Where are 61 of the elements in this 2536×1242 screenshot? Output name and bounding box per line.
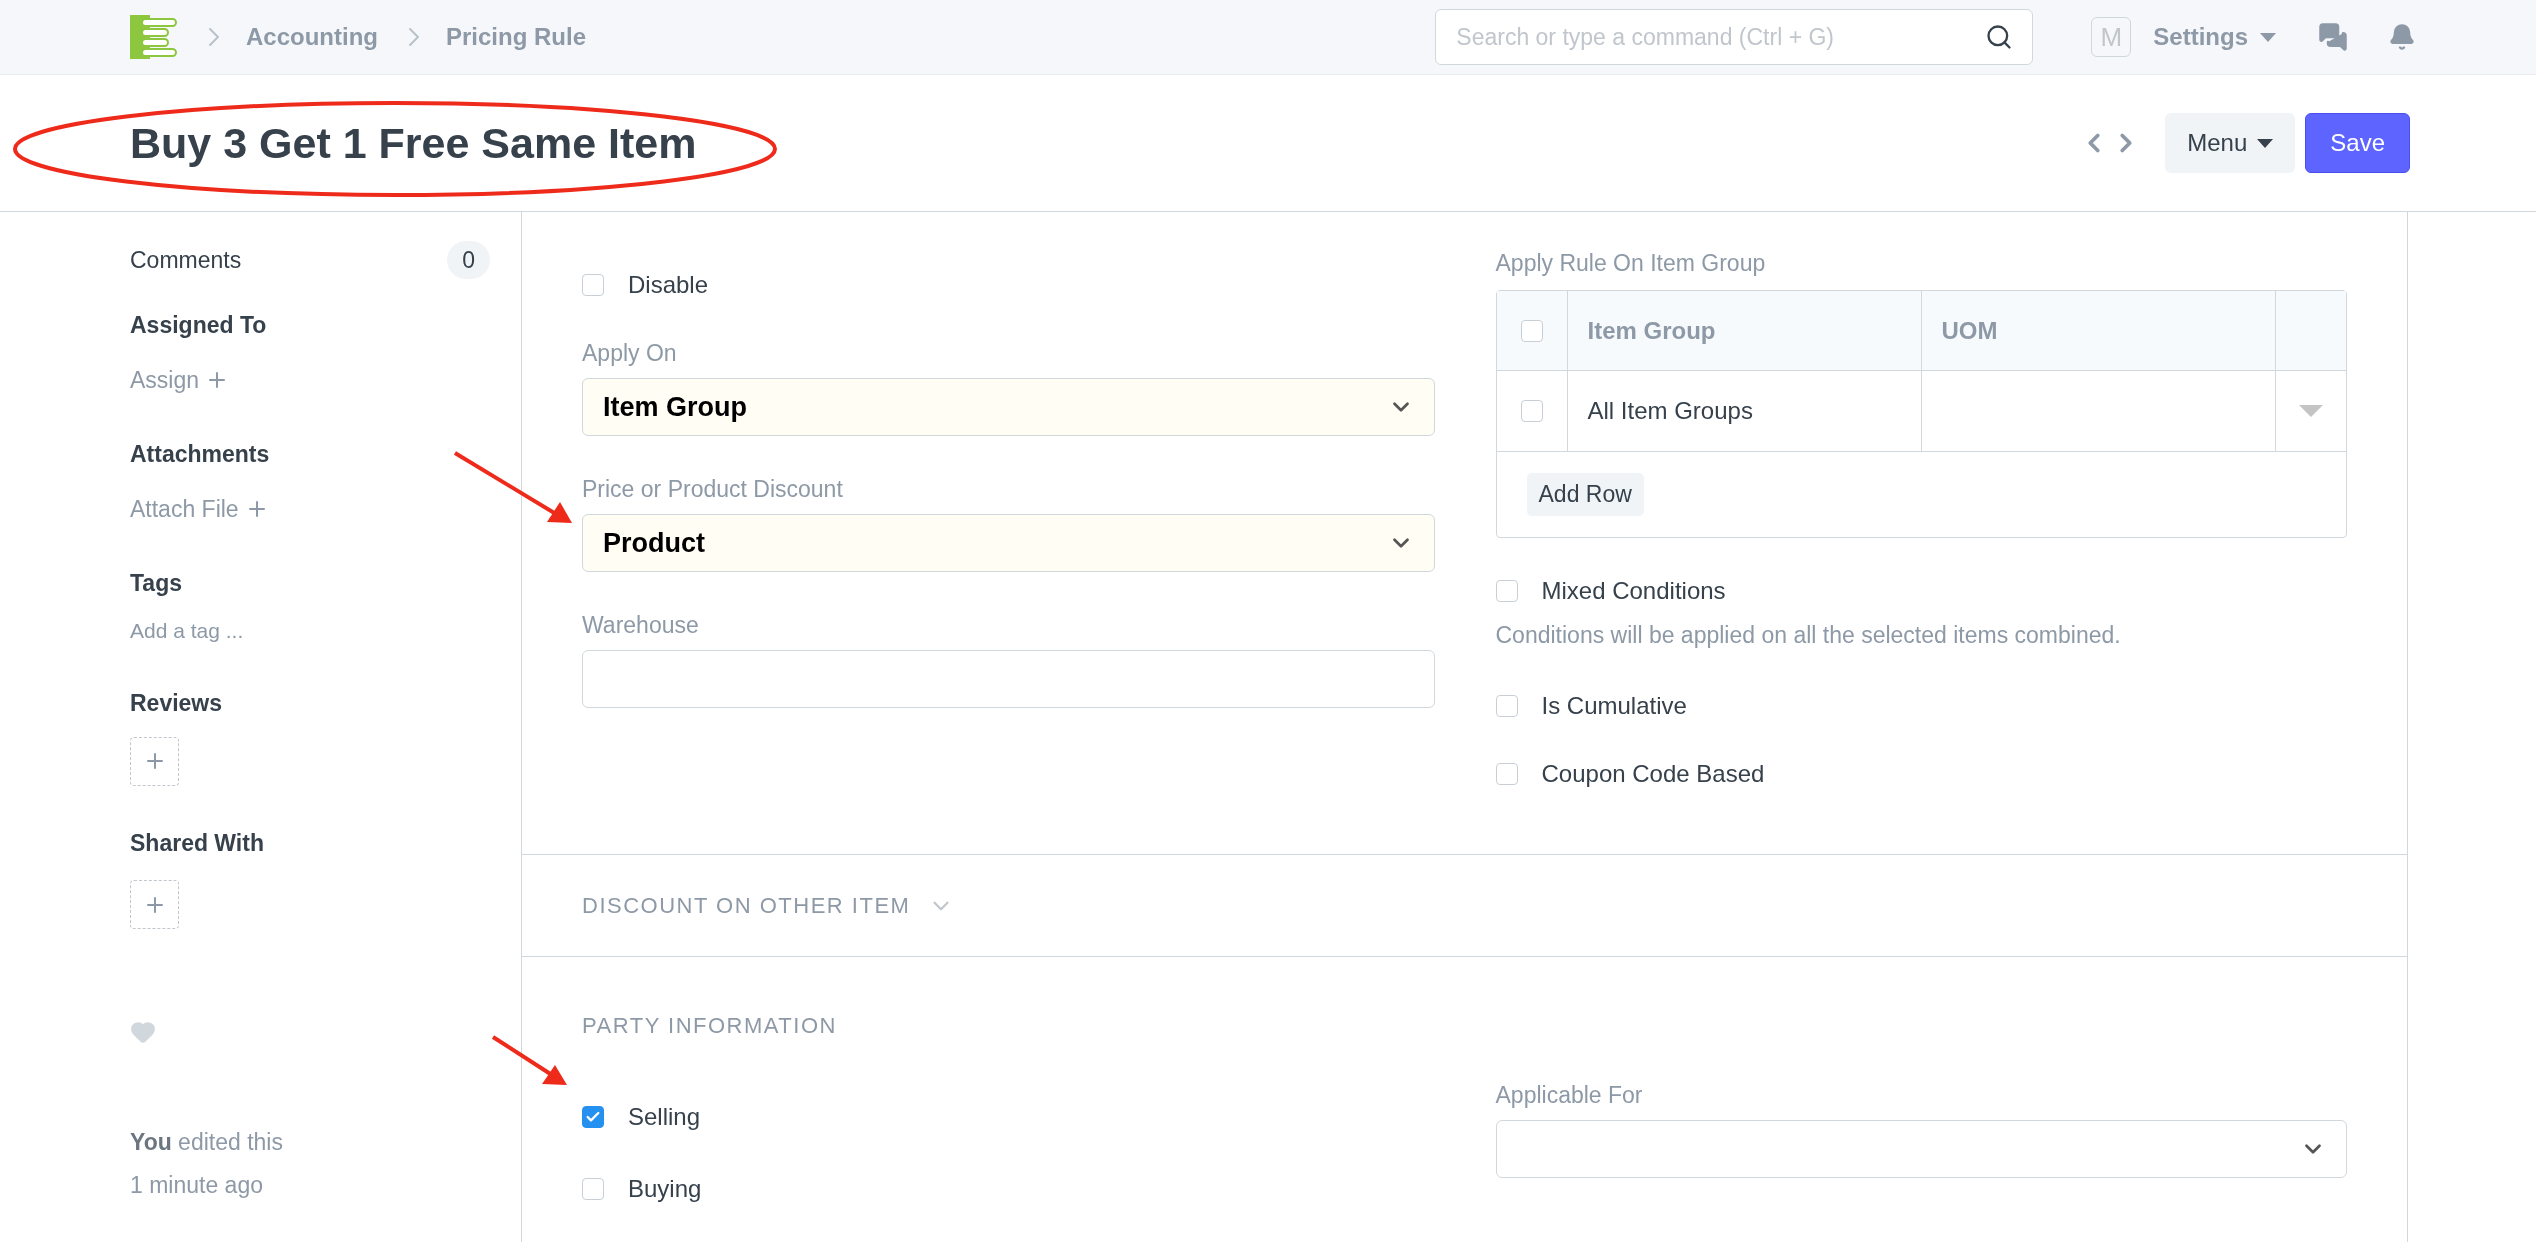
checkbox-label: Disable bbox=[628, 270, 709, 300]
edited-time: 1 minute ago bbox=[130, 1170, 264, 1200]
search-icon bbox=[1985, 23, 2014, 51]
notification-bell-icon[interactable] bbox=[2388, 23, 2416, 51]
checkbox[interactable] bbox=[582, 1178, 604, 1200]
select-value: Product bbox=[603, 526, 705, 560]
checkbox[interactable] bbox=[582, 1106, 604, 1128]
select-field[interactable] bbox=[1495, 1120, 2347, 1178]
logo-icon[interactable] bbox=[130, 15, 178, 59]
comment-count: 0 bbox=[447, 241, 490, 279]
add-share-button[interactable] bbox=[130, 880, 179, 929]
sidebar-label[interactable]: Comments bbox=[130, 242, 242, 278]
sidebar-heading: Attachments bbox=[130, 440, 271, 469]
add-tag-link[interactable]: Add a tag ... bbox=[130, 614, 490, 646]
sidebar-heading: Shared With bbox=[130, 828, 265, 858]
assign-link[interactable]: Assign bbox=[130, 362, 490, 397]
caret-icon bbox=[2260, 32, 2276, 42]
breadcrumb-link[interactable]: Pricing Rule bbox=[446, 19, 587, 55]
checkbox-label: Selling bbox=[628, 1102, 701, 1132]
search-field[interactable]: Search or type a command (Ctrl + G) bbox=[1435, 9, 2034, 65]
sidebar-heading: Assigned To bbox=[130, 311, 268, 340]
checkbox[interactable] bbox=[1495, 580, 1518, 602]
select-field[interactable]: Product bbox=[582, 514, 1435, 572]
breadcrumb-link[interactable]: Accounting bbox=[246, 19, 378, 55]
caret-icon bbox=[2257, 138, 2274, 148]
field-label: Apply Rule On Item Group bbox=[1495, 250, 1767, 276]
heart-icon[interactable] bbox=[130, 1019, 156, 1045]
checkbox-label: Buying bbox=[628, 1174, 702, 1204]
column-header: Item Group bbox=[1587, 315, 1716, 346]
page-title: Buy 3 Get 1 Free Same Item bbox=[130, 121, 697, 165]
add-row-button[interactable]: Add Row bbox=[1526, 473, 1644, 516]
checkbox[interactable] bbox=[1520, 400, 1543, 422]
field-label: Warehouse bbox=[582, 612, 700, 638]
dropdown-triangle-icon[interactable] bbox=[2298, 405, 2323, 417]
attach-file-link[interactable]: Attach File bbox=[130, 491, 490, 526]
input-field[interactable] bbox=[582, 650, 1435, 708]
save-button[interactable]: Save bbox=[2305, 113, 2410, 173]
add-review-button[interactable] bbox=[130, 736, 179, 786]
menu-button[interactable]: Menu bbox=[2165, 113, 2296, 173]
select-field[interactable]: Item Group bbox=[582, 378, 1435, 436]
sidebar-heading: Reviews bbox=[130, 689, 224, 718]
field-label: Applicable For bbox=[1495, 1082, 1644, 1108]
chat-icon[interactable] bbox=[2318, 22, 2348, 52]
field-description: Conditions will be applied on all the selected items combined. bbox=[1495, 621, 2122, 650]
section-heading: PARTY INFORMATION bbox=[582, 1012, 838, 1040]
checkbox[interactable] bbox=[1520, 319, 1543, 342]
edited-note: You edited this bbox=[130, 1128, 284, 1157]
checkbox[interactable] bbox=[1495, 762, 1518, 785]
select-value: Item Group bbox=[603, 390, 747, 424]
checkbox-label: Mixed Conditions bbox=[1541, 576, 1726, 606]
checkbox[interactable] bbox=[1495, 694, 1518, 717]
checkbox[interactable] bbox=[582, 274, 604, 296]
sidebar-heading: Tags bbox=[130, 569, 183, 598]
field-label: Apply On bbox=[582, 340, 678, 366]
table-cell-text: All Item Groups bbox=[1587, 396, 1753, 426]
column-header: UOM bbox=[1941, 315, 1998, 346]
checkbox-label: Is Cumulative bbox=[1541, 690, 1687, 721]
settings-dropdown[interactable]: Settings bbox=[2153, 19, 2276, 55]
checkbox-label: Coupon Code Based bbox=[1541, 758, 1765, 789]
field-label: Price or Product Discount bbox=[582, 476, 844, 502]
section-heading[interactable]: DISCOUNT ON OTHER ITEM bbox=[582, 889, 911, 922]
